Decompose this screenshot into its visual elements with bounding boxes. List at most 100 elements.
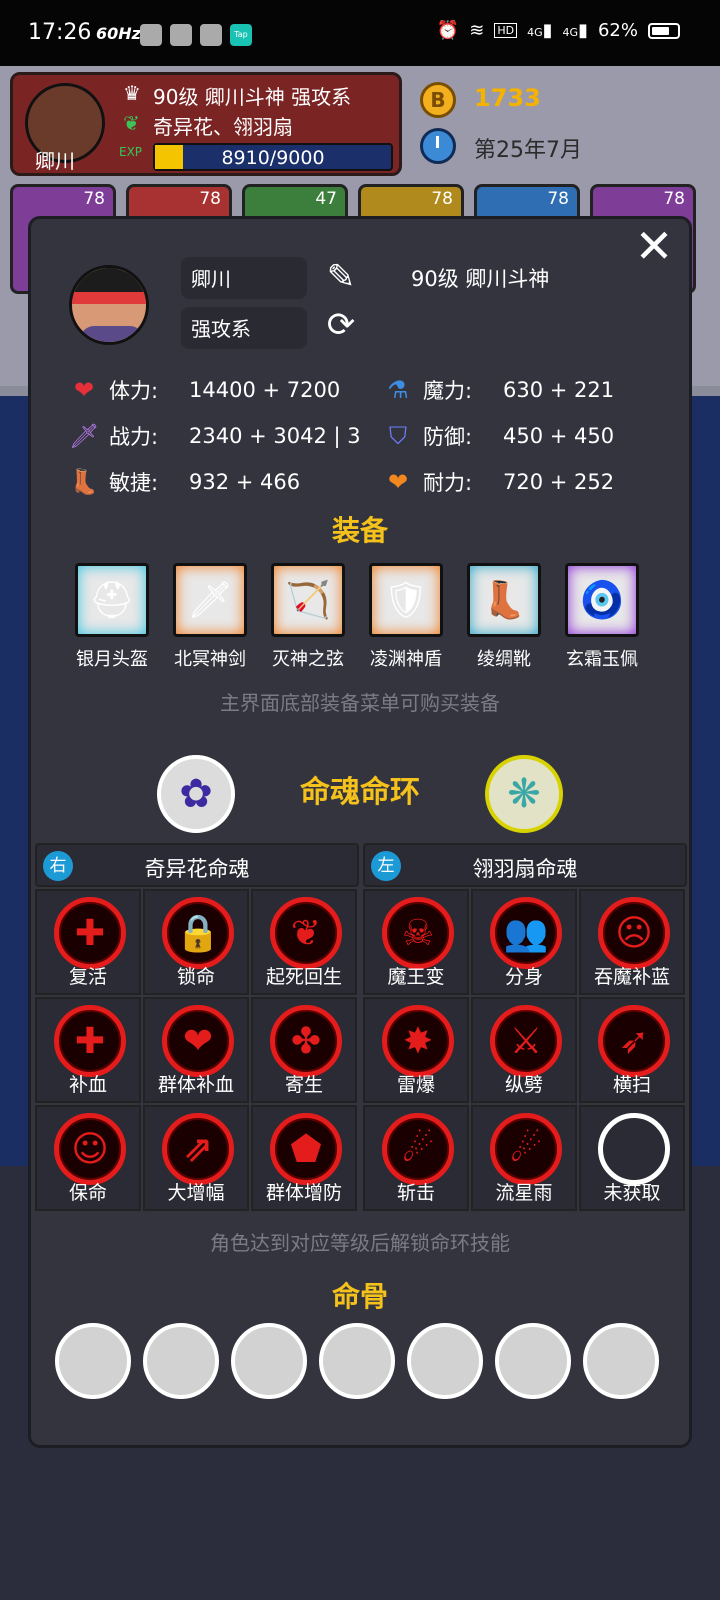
crown-icon: ♛ [123, 81, 141, 105]
boot-icon: 👢 [69, 468, 99, 496]
resurrect-icon: ❦ [270, 897, 342, 969]
skill-slot[interactable]: ☄ 流星雨 [471, 1105, 577, 1211]
equipment-slot[interactable]: 🏹 灭神之弦 [269, 563, 347, 671]
pendant-icon: 🧿 [565, 563, 639, 637]
potion-icon: ⚗ [387, 376, 409, 404]
skill-slot[interactable]: ➶ 横扫 [579, 997, 685, 1103]
switch-class-refresh-icon[interactable]: ⟳ [319, 303, 363, 347]
skill-slot[interactable]: ⬟ 群体增防 [251, 1105, 357, 1211]
bone-slot[interactable] [407, 1323, 483, 1399]
player-name: 卿川 [35, 149, 75, 173]
bone-slot[interactable] [495, 1323, 571, 1399]
skill-name: 保命 [68, 1182, 107, 1204]
demon-king-icon: ☠ [382, 897, 454, 969]
skill-name: 魔王变 [387, 966, 445, 988]
skill-name: 吞魔补蓝 [593, 966, 670, 988]
hero-level: 78 [431, 189, 453, 209]
skill-slot[interactable]: ✚ 补血 [35, 997, 141, 1103]
skill-slot[interactable]: ☺ 保命 [35, 1105, 141, 1211]
refresh-rate: 60Hz [96, 24, 141, 43]
skill-slot[interactable]: 👥 分身 [471, 889, 577, 995]
sweep-icon: ➶ [598, 1005, 670, 1077]
battery-percent: 62% [597, 20, 638, 41]
skill-slot[interactable]: ☠ 魔王变 [363, 889, 469, 995]
player-soul-line: 奇异花、翎羽扇 [153, 115, 293, 139]
player-card[interactable]: 卿川 ♛ 90级 卿川斗神 强攻系 ❦ 奇异花、翎羽扇 EXP 8910/900… [10, 72, 402, 176]
hd-icon: HD [494, 23, 518, 38]
skill-slot[interactable]: ❦ 起死回生 [251, 889, 357, 995]
alarm-icon: ⏰ [436, 20, 460, 41]
skill-slot[interactable]: ✤ 寄生 [251, 997, 357, 1103]
parasite-icon: ✤ [270, 1005, 342, 1077]
skill-name: 起死回生 [265, 966, 342, 988]
clone-icon: 👥 [490, 897, 562, 969]
empty-slot-icon [598, 1113, 670, 1185]
heart-plus-icon: ❤ [387, 468, 409, 496]
stat-agility: 👢 敏捷: 932 + 466 [69, 468, 301, 496]
game-date: 第25年7月 [474, 138, 582, 163]
equipment-slot[interactable]: 🗡 北冥神剑 [171, 563, 249, 671]
skill-slot[interactable]: ✸ 雷爆 [363, 997, 469, 1103]
save-life-icon: ☺ [54, 1113, 126, 1185]
group-heal-icon: ❤ [162, 1005, 234, 1077]
helmet-icon: ⛑ [75, 563, 149, 637]
taptap-icon: Tap [230, 24, 252, 46]
equipment-name: 银月头盔 [76, 649, 148, 670]
close-button[interactable]: ✕ [631, 223, 677, 269]
character-class-field: 强攻系 [181, 307, 307, 349]
skill-name: 补血 [68, 1074, 107, 1096]
equipment-name: 灭神之弦 [272, 649, 344, 670]
skill-slot[interactable]: ☹ 吞魔补蓝 [579, 889, 685, 995]
skill-slot[interactable]: 未获取 [579, 1105, 685, 1211]
skill-slot[interactable]: ☄ 斩击 [363, 1105, 469, 1211]
bone-title: 命骨 [331, 1280, 388, 1313]
character-name-field[interactable]: 卿川 [181, 257, 307, 299]
equipment-name: 绫绸靴 [477, 649, 531, 670]
bone-slot[interactable] [231, 1323, 307, 1399]
edit-name-pencil-icon[interactable]: ✎ [319, 255, 363, 299]
skill-name: 雷爆 [396, 1074, 435, 1096]
calendar-clock-icon [420, 128, 456, 164]
bow-icon: 🏹 [271, 563, 345, 637]
slash-icon: ☄ [382, 1113, 454, 1185]
heart-icon: ❤ [73, 376, 95, 404]
skill-slot[interactable]: ⚔ 纵劈 [471, 997, 577, 1103]
bone-slot[interactable] [143, 1323, 219, 1399]
character-level-title: 90级 卿川斗神 [411, 267, 550, 291]
exp-bar: 8910/9000 [153, 143, 393, 171]
skill-name: 寄生 [284, 1074, 323, 1096]
skill-slot[interactable]: ❤ 群体补血 [143, 997, 249, 1103]
signal-icon-2: 4G▮ [562, 20, 588, 41]
shield-icon: 🛡 [369, 563, 443, 637]
equipment-name: 玄霜玉佩 [566, 649, 638, 670]
skill-slot[interactable]: ✚ 复活 [35, 889, 141, 995]
skill-slot[interactable]: 🔒 锁命 [143, 889, 249, 995]
vertical-slash-icon: ⚔ [490, 1005, 562, 1077]
skill-hint: 角色达到对应等级后解锁命环技能 [210, 1231, 510, 1255]
bone-slot[interactable] [583, 1323, 659, 1399]
equipment-title: 装备 [331, 514, 388, 547]
skill-name: 未获取 [603, 1182, 661, 1204]
revive-icon: ✚ [54, 897, 126, 969]
status-bar: 17:26 60Hz Tap ⏰ ≋ HD 4G▮ 4G▮ 62% [0, 0, 720, 66]
stat-defense: ⛉ 防御: 450 + 450 [383, 421, 614, 451]
equipment-slot[interactable]: 👢 绫绸靴 [465, 563, 543, 671]
skill-name: 锁命 [176, 966, 215, 988]
sword-icon: 🗡 [173, 563, 247, 637]
soul-icon: ❦ [123, 111, 140, 135]
equipment-slot[interactable]: ⛑ 银月头盔 [73, 563, 151, 671]
devour-mana-icon: ☹ [598, 897, 670, 969]
skill-name: 横扫 [612, 1074, 651, 1096]
hero-level: 78 [199, 189, 221, 209]
equipment-slot[interactable]: 🛡 凌渊神盾 [367, 563, 445, 671]
bone-slot[interactable] [55, 1323, 131, 1399]
equipment-name: 凌渊神盾 [370, 649, 442, 670]
character-detail-dialog: ✕ 卿川 强攻系 ✎ ⟳ 90级 卿川斗神 ❤ 体力: 14400 + 7200 … [28, 216, 692, 1448]
fan-soul-icon[interactable]: ❋ [485, 755, 563, 833]
app-icon-3 [200, 24, 222, 46]
skill-slot[interactable]: ⇗ 大增幅 [143, 1105, 249, 1211]
skill-name: 群体增防 [265, 1182, 342, 1204]
equipment-slot[interactable]: 🧿 玄霜玉佩 [563, 563, 641, 671]
app-icon-2 [170, 24, 192, 46]
bone-slot[interactable] [319, 1323, 395, 1399]
